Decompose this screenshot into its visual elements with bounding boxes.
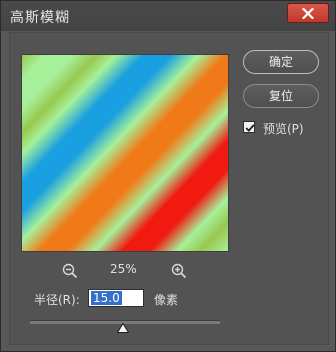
dialog-content: 25% 半径(R): 15.0 像素 确定 复位 预览(P) — [9, 32, 329, 345]
close-button[interactable] — [287, 3, 329, 23]
zoom-level: 25% — [110, 262, 137, 276]
reset-button[interactable]: 复位 — [243, 84, 319, 108]
close-icon — [302, 8, 314, 19]
radius-slider-thumb[interactable] — [117, 323, 130, 333]
radius-value: 15.0 — [91, 291, 122, 305]
title-bar[interactable]: 高斯模糊 — [1, 1, 335, 31]
radius-input[interactable]: 15.0 — [88, 289, 144, 307]
zoom-out-icon[interactable] — [61, 262, 79, 280]
preview-checkbox[interactable] — [243, 121, 255, 133]
ok-button[interactable]: 确定 — [243, 50, 319, 74]
blurred-stripes-preview — [22, 55, 228, 251]
gaussian-blur-dialog: 高斯模糊 25% 半径(R): 15.0 像素 确定 复位 预览(P) — [0, 0, 336, 352]
radius-unit-label: 像素 — [154, 293, 179, 307]
radius-label: 半径(R): — [34, 293, 80, 307]
preview-image[interactable] — [21, 54, 229, 252]
zoom-in-icon[interactable] — [170, 262, 188, 280]
dialog-title: 高斯模糊 — [10, 10, 70, 26]
checkmark-icon — [245, 124, 255, 132]
preview-checkbox-label[interactable]: 预览(P) — [263, 120, 304, 137]
